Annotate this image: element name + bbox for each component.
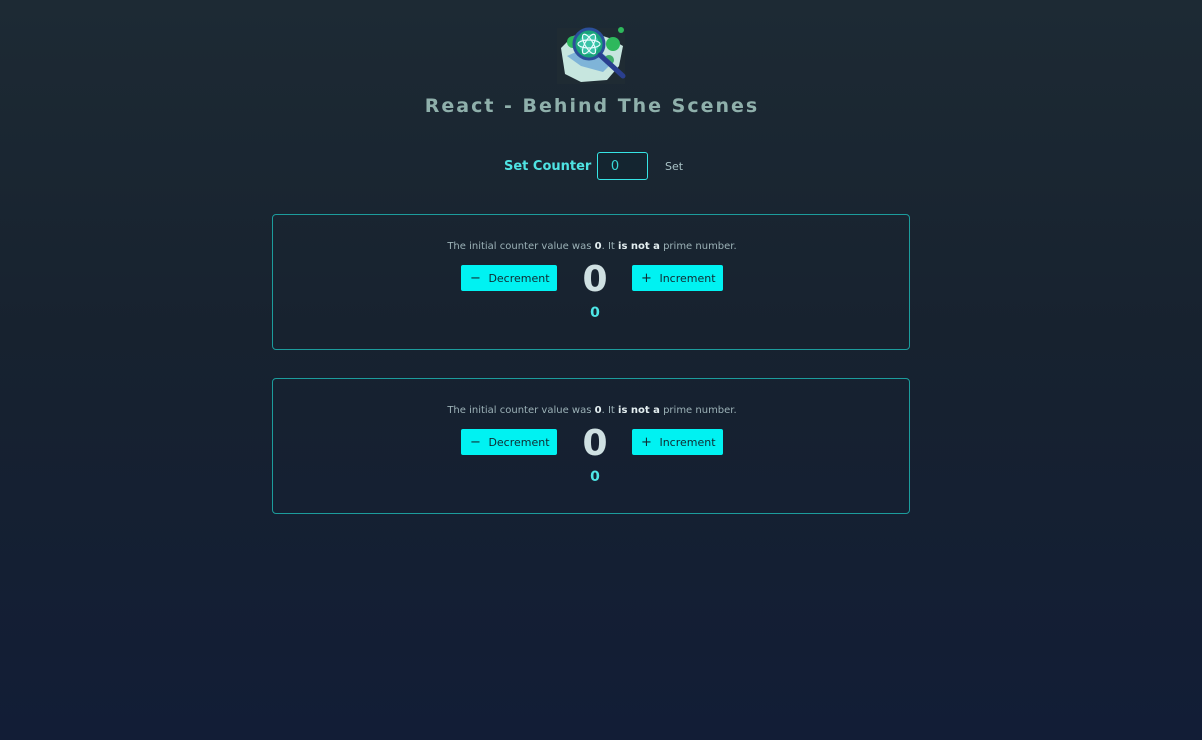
- initial-value: 0: [594, 405, 602, 416]
- prime-status: is not a: [618, 405, 660, 416]
- info-prefix: The initial counter value was: [447, 405, 592, 416]
- set-button[interactable]: Set: [660, 158, 688, 175]
- page-title: React - Behind The Scenes: [424, 95, 760, 117]
- increment-button[interactable]: + Increment: [632, 429, 723, 455]
- plus-icon: +: [641, 434, 652, 450]
- plus-icon: +: [641, 270, 652, 286]
- set-counter-input[interactable]: [597, 152, 648, 180]
- initial-value: 0: [594, 241, 602, 252]
- set-counter-row: Set Counter Set: [0, 152, 1202, 182]
- counter-history-item[interactable]: 0: [273, 469, 917, 485]
- counter-card: The initial counter value was 0. It is n…: [272, 378, 910, 514]
- counter-value: 0: [582, 259, 608, 300]
- set-counter-label: Set Counter: [504, 159, 592, 174]
- prime-status: is not a: [618, 241, 660, 252]
- increment-button[interactable]: + Increment: [632, 265, 723, 291]
- counter-value: 0: [582, 423, 608, 464]
- increment-label: Increment: [659, 435, 716, 449]
- counter-card: The initial counter value was 0. It is n…: [272, 214, 910, 350]
- magnifier-atom-logo-icon: [557, 27, 626, 84]
- counter-history-item[interactable]: 0: [273, 305, 917, 321]
- info-prefix: The initial counter value was: [447, 241, 592, 252]
- counter-info-text: The initial counter value was 0. It is n…: [273, 241, 911, 252]
- info-suffix: prime number.: [663, 405, 737, 416]
- info-mid: . It: [601, 241, 615, 252]
- info-mid: . It: [601, 405, 615, 416]
- increment-label: Increment: [659, 271, 716, 285]
- info-suffix: prime number.: [663, 241, 737, 252]
- counter-info-text: The initial counter value was 0. It is n…: [273, 405, 911, 416]
